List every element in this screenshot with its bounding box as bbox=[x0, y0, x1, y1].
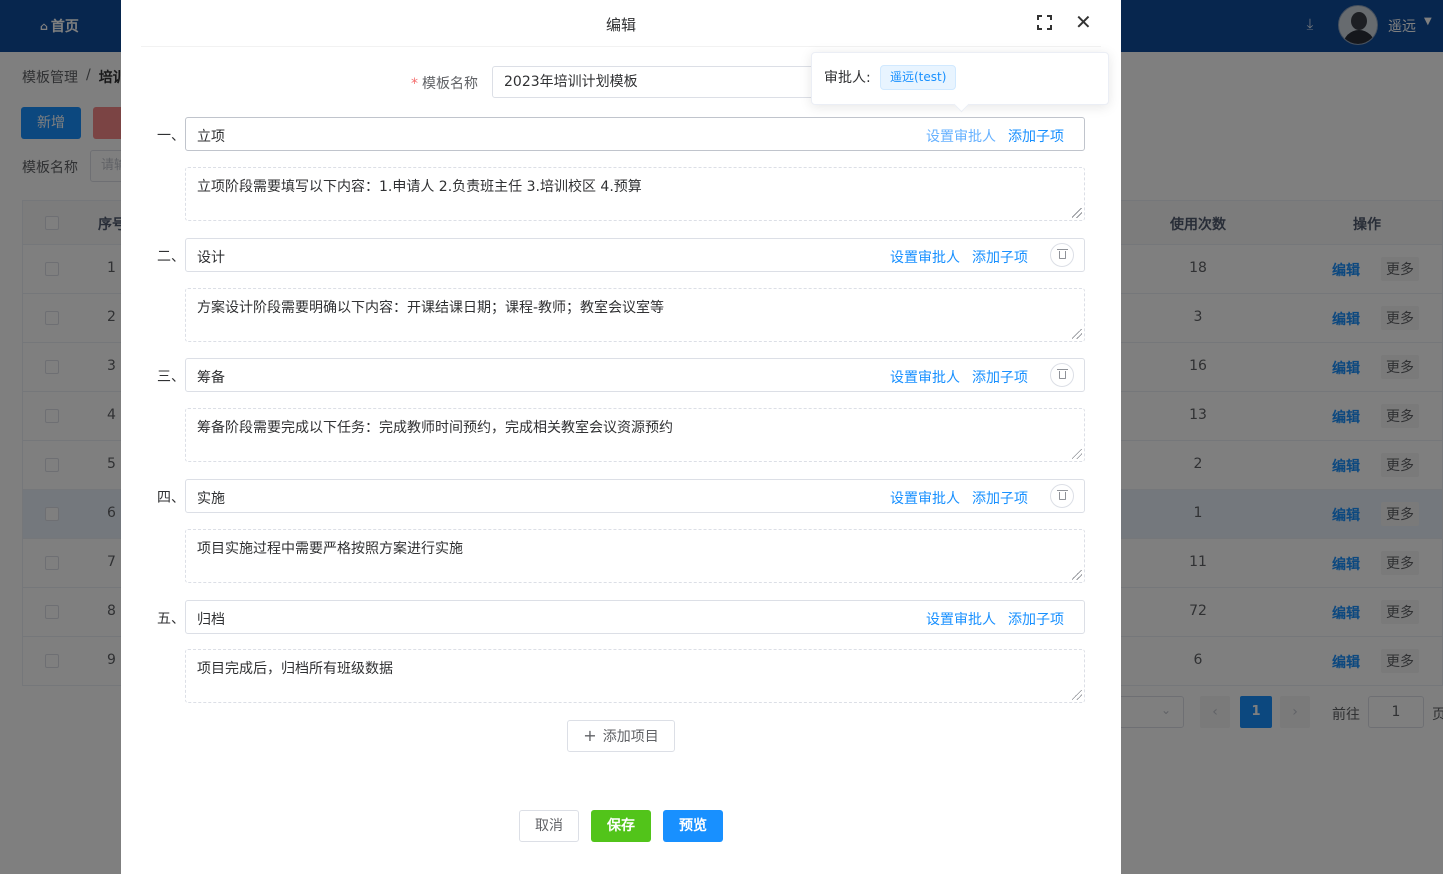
resize-handle-icon[interactable] bbox=[1072, 329, 1082, 339]
stage-name: 筹备 bbox=[197, 370, 225, 386]
set-approver-link[interactable]: 设置审批人 bbox=[890, 488, 960, 508]
resize-handle-icon[interactable] bbox=[1072, 570, 1082, 580]
approver-tag[interactable]: 遥远(test) bbox=[880, 65, 957, 90]
dialog-title: 编辑 bbox=[605, 16, 636, 34]
template-name-label: * 模板名称 bbox=[411, 76, 478, 92]
fullscreen-icon[interactable] bbox=[1037, 15, 1052, 30]
stage-name: 实施 bbox=[197, 491, 225, 507]
stage-number: 二、 bbox=[157, 249, 185, 265]
stage-description-textarea[interactable]: 筹备阶段需要完成以下任务：完成教师时间预约，完成相关教室会议资源预约 bbox=[185, 408, 1085, 462]
add-child-link[interactable]: 添加子项 bbox=[972, 247, 1028, 267]
delete-stage-button[interactable] bbox=[1050, 243, 1074, 267]
required-asterisk: * bbox=[411, 76, 418, 92]
resize-handle-icon[interactable] bbox=[1072, 690, 1082, 700]
stage-description: 项目完成后，归档所有班级数据 bbox=[197, 661, 393, 677]
add-child-link[interactable]: 添加子项 bbox=[972, 488, 1028, 508]
stage-description-textarea[interactable]: 方案设计阶段需要明确以下内容：开课结课日期；课程-教师；教室会议室等 bbox=[185, 288, 1085, 342]
edit-dialog: 编辑 ✕ * 模板名称 2023年培训计划模板 一、 立项 设置审批人 添加子项 立项阶段… bbox=[121, 0, 1121, 874]
preview-button[interactable]: 预览 bbox=[663, 810, 723, 842]
stage-name-input[interactable]: 立项 设置审批人 添加子项 bbox=[185, 117, 1085, 151]
stage-number: 一、 bbox=[157, 128, 185, 144]
stage-name: 立项 bbox=[197, 129, 225, 145]
add-child-link[interactable]: 添加子项 bbox=[1008, 609, 1064, 629]
stage-name: 归档 bbox=[197, 612, 225, 628]
set-approver-link[interactable]: 设置审批人 bbox=[890, 247, 960, 267]
resize-handle-icon[interactable] bbox=[1072, 449, 1082, 459]
stage-name-input[interactable]: 设计 设置审批人 添加子项 bbox=[185, 238, 1085, 272]
stage-description: 方案设计阶段需要明确以下内容：开课结课日期；课程-教师；教室会议室等 bbox=[197, 300, 665, 316]
dialog-divider bbox=[141, 46, 1101, 47]
approver-popover: 审批人: 遥远(test) bbox=[811, 52, 1109, 105]
set-approver-link[interactable]: 设置审批人 bbox=[926, 126, 996, 146]
stage-number: 四、 bbox=[157, 490, 185, 506]
set-approver-link[interactable]: 设置审批人 bbox=[926, 609, 996, 629]
stage-number: 三、 bbox=[157, 369, 185, 385]
delete-stage-button[interactable] bbox=[1050, 484, 1074, 508]
delete-stage-button[interactable] bbox=[1050, 363, 1074, 387]
stage-description-textarea[interactable]: 项目实施过程中需要严格按照方案进行实施 bbox=[185, 529, 1085, 583]
save-button[interactable]: 保存 bbox=[591, 810, 651, 842]
trash-icon bbox=[1057, 249, 1068, 250]
set-approver-link[interactable]: 设置审批人 bbox=[890, 367, 960, 387]
resize-handle-icon[interactable] bbox=[1072, 208, 1082, 218]
stage-name-input[interactable]: 归档 设置审批人 添加子项 bbox=[185, 600, 1085, 634]
add-stage-button[interactable]: + 添加项目 bbox=[567, 720, 675, 752]
stage-name-input[interactable]: 筹备 设置审批人 添加子项 bbox=[185, 358, 1085, 392]
approver-label: 审批人: bbox=[824, 70, 871, 86]
close-icon[interactable]: ✕ bbox=[1075, 10, 1092, 34]
trash-icon bbox=[1057, 369, 1068, 370]
stage-description: 项目实施过程中需要严格按照方案进行实施 bbox=[197, 541, 463, 557]
stage-description: 立项阶段需要填写以下内容：1.申请人 2.负责班主任 3.培训校区 4.预算 bbox=[197, 179, 642, 195]
add-child-link[interactable]: 添加子项 bbox=[1008, 126, 1064, 146]
stage-name-input[interactable]: 实施 设置审批人 添加子项 bbox=[185, 479, 1085, 513]
stage-number: 五、 bbox=[157, 611, 185, 627]
trash-icon bbox=[1057, 490, 1068, 491]
stage-description: 筹备阶段需要完成以下任务：完成教师时间预约，完成相关教室会议资源预约 bbox=[197, 420, 673, 436]
cancel-button[interactable]: 取消 bbox=[519, 810, 579, 842]
stage-name: 设计 bbox=[197, 250, 225, 266]
add-child-link[interactable]: 添加子项 bbox=[972, 367, 1028, 387]
stage-description-textarea[interactable]: 立项阶段需要填写以下内容：1.申请人 2.负责班主任 3.培训校区 4.预算 bbox=[185, 167, 1085, 221]
stage-description-textarea[interactable]: 项目完成后，归档所有班级数据 bbox=[185, 649, 1085, 703]
plus-icon: + bbox=[583, 726, 597, 745]
